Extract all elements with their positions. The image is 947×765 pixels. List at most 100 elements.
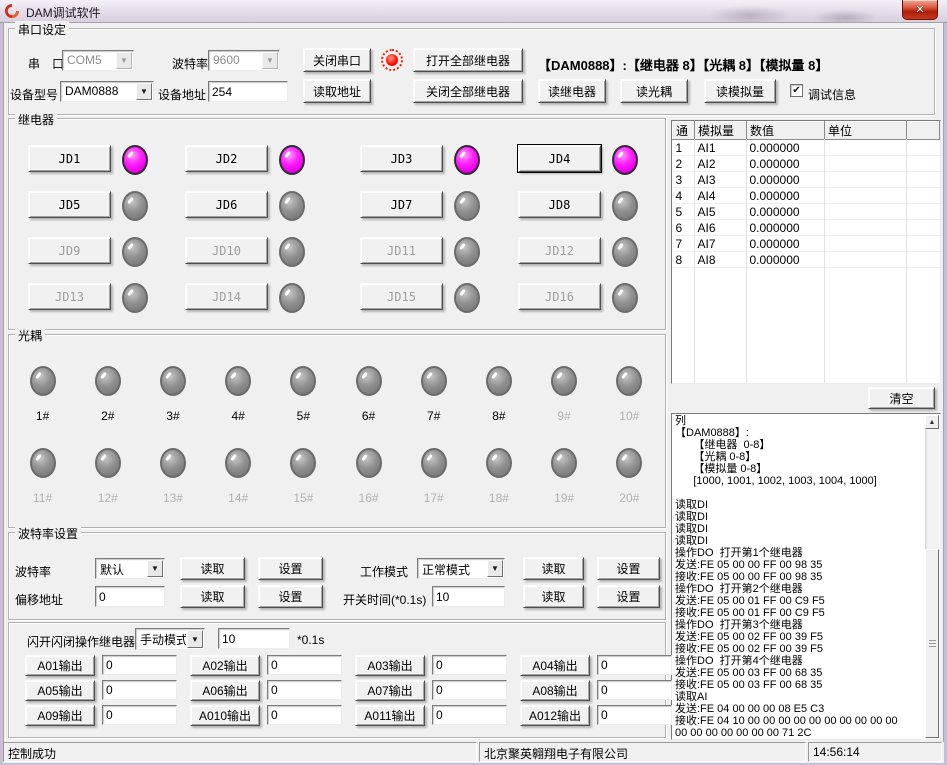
- output-value-input[interactable]: [267, 680, 342, 700]
- output-button[interactable]: A08输出: [520, 680, 590, 701]
- output-value-input[interactable]: [432, 680, 507, 700]
- relay-button[interactable]: JD16: [518, 283, 601, 310]
- baud-select[interactable]: 9600 ▼: [208, 50, 280, 71]
- switch-set-button[interactable]: 设置: [597, 585, 660, 608]
- output-button[interactable]: A03输出: [355, 655, 425, 676]
- workmode-set-button[interactable]: 设置: [597, 557, 660, 580]
- output-button[interactable]: A07输出: [355, 680, 425, 701]
- debug-info-checkbox[interactable]: ✔: [790, 84, 803, 97]
- output-value-input[interactable]: [102, 705, 177, 725]
- read-address-button[interactable]: 读取地址: [303, 79, 371, 103]
- opto-led-icon: [616, 366, 642, 396]
- read-opto-button[interactable]: 读光耦: [620, 79, 688, 103]
- col-header-analog[interactable]: 模拟量: [695, 122, 747, 140]
- relay-button[interactable]: JD15: [360, 283, 443, 310]
- output-button[interactable]: A010输出: [190, 705, 260, 726]
- output-value-input[interactable]: [597, 705, 672, 725]
- output-value-input[interactable]: [432, 655, 507, 675]
- analog-table-row[interactable]: 6 AI6 0.000000: [673, 220, 940, 236]
- analog-table-row[interactable]: 1 AI1 0.000000: [673, 140, 940, 156]
- switch-read-button[interactable]: 读取: [523, 585, 584, 608]
- clear-log-button[interactable]: 清空: [868, 387, 935, 409]
- serial-port-select[interactable]: COM5 ▼: [62, 50, 134, 71]
- flash-mode-select[interactable]: 手动模式 ▼: [135, 628, 205, 650]
- close-all-relays-button[interactable]: 关闭全部继电器: [413, 79, 523, 103]
- relay-button[interactable]: JD8: [518, 191, 601, 218]
- offset-address-input[interactable]: [95, 586, 165, 607]
- workmode-select[interactable]: 正常模式 ▼: [417, 558, 505, 579]
- analog-table-row[interactable]: 7 AI7 0.000000: [673, 236, 940, 252]
- scrollbar-thumb[interactable]: [925, 549, 939, 738]
- col-header-channel[interactable]: 通: [673, 122, 695, 140]
- relay-button[interactable]: JD6: [185, 191, 268, 218]
- switch-time-input[interactable]: [432, 586, 505, 607]
- status-message: 控制成功: [3, 742, 477, 762]
- output-button[interactable]: A02输出: [190, 655, 260, 676]
- opto-cell: 19#: [532, 448, 597, 505]
- offset-set-button[interactable]: 设置: [258, 585, 323, 608]
- flash-time-input[interactable]: [218, 628, 290, 649]
- cell-value: 0.000000: [747, 172, 825, 188]
- log-panel[interactable]: 列 【DAM0888】: 【继电器 0-8】 【光耦 0-8】 【模拟量 0-8…: [671, 413, 941, 740]
- read-relay-button[interactable]: 读继电器: [538, 79, 606, 103]
- relay-button[interactable]: JD13: [28, 283, 111, 310]
- relay-button[interactable]: JD1: [28, 145, 111, 172]
- analog-table-row[interactable]: 5 AI5 0.000000: [673, 204, 940, 220]
- output-value-input[interactable]: [597, 655, 672, 675]
- output-button[interactable]: A011输出: [355, 705, 425, 726]
- col-header-value[interactable]: 数值: [747, 122, 825, 140]
- relay-button[interactable]: JD3: [360, 145, 443, 172]
- cell-extra: [907, 140, 940, 156]
- relay-button[interactable]: JD12: [518, 237, 601, 264]
- analog-table-row[interactable]: 2 AI2 0.000000: [673, 156, 940, 172]
- relay-button[interactable]: JD2: [185, 145, 268, 172]
- log-scrollbar[interactable]: ▲: [925, 415, 939, 738]
- output-button[interactable]: A01输出: [25, 655, 95, 676]
- col-header-unit[interactable]: 单位: [825, 122, 907, 140]
- relay-button[interactable]: JD7: [360, 191, 443, 218]
- output-cell: A07输出: [355, 680, 520, 705]
- baud-settings-group-title: 波特率设置: [15, 525, 81, 542]
- analog-table-row[interactable]: 4 AI4 0.000000: [673, 188, 940, 204]
- relay-button[interactable]: JD5: [28, 191, 111, 218]
- relay-led-icon: [612, 145, 638, 175]
- scroll-up-arrow-icon[interactable]: ▲: [925, 415, 939, 429]
- output-value-input[interactable]: [102, 655, 177, 675]
- col-header-extra[interactable]: [907, 122, 940, 140]
- analog-table-row[interactable]: 8 AI8 0.000000: [673, 252, 940, 268]
- relay-button[interactable]: JD14: [185, 283, 268, 310]
- close-serial-button[interactable]: 关闭串口: [303, 48, 371, 72]
- output-value-input[interactable]: [597, 680, 672, 700]
- workmode-read-button[interactable]: 读取: [523, 557, 584, 580]
- output-value-input[interactable]: [267, 705, 342, 725]
- close-button[interactable]: ✕: [902, 0, 938, 20]
- open-all-relays-button[interactable]: 打开全部继电器: [413, 48, 523, 72]
- opto-cell: 11#: [10, 448, 75, 505]
- output-button[interactable]: A06输出: [190, 680, 260, 701]
- cell-value: 0.000000: [747, 252, 825, 268]
- output-value-input[interactable]: [102, 680, 177, 700]
- analog-table-row[interactable]: 3 AI3 0.000000: [673, 172, 940, 188]
- relay-button[interactable]: JD11: [360, 237, 443, 264]
- offset-read-button[interactable]: 读取: [180, 585, 245, 608]
- baud-set-button[interactable]: 设置: [258, 557, 323, 580]
- baud-setting-select[interactable]: 默认 ▼: [95, 558, 165, 579]
- output-button[interactable]: A04输出: [520, 655, 590, 676]
- relay-button[interactable]: JD9: [28, 237, 111, 264]
- relay-button[interactable]: JD4: [518, 145, 601, 172]
- output-value-input[interactable]: [432, 705, 507, 725]
- device-address-input[interactable]: [208, 81, 288, 102]
- output-button[interactable]: A05输出: [25, 680, 95, 701]
- relay-button[interactable]: JD10: [185, 237, 268, 264]
- relay-cell: JD1: [28, 145, 185, 191]
- output-button[interactable]: A09输出: [25, 705, 95, 726]
- opto-cell: 5#: [271, 366, 336, 423]
- output-button[interactable]: A012输出: [520, 705, 590, 726]
- read-analog-button[interactable]: 读模拟量: [704, 79, 776, 103]
- model-select[interactable]: DAM0888 ▼: [60, 81, 154, 102]
- output-value-input[interactable]: [267, 655, 342, 675]
- opto-led-icon: [290, 448, 316, 478]
- title-bar[interactable]: DAM调试软件 ✕: [0, 0, 947, 23]
- baud-read-button[interactable]: 读取: [180, 557, 245, 580]
- relay-cell: JD6: [185, 191, 360, 237]
